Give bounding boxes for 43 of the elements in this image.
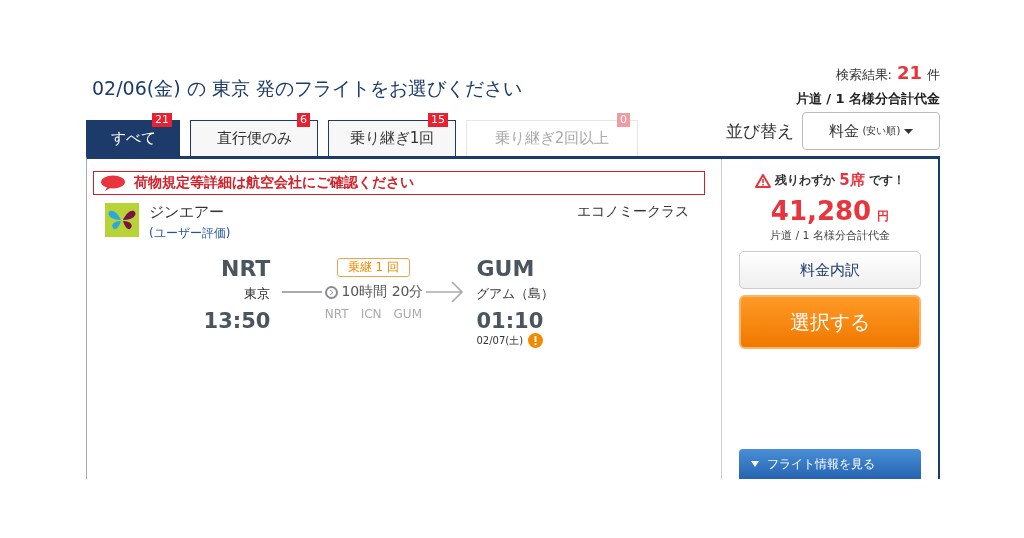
- arrival-time: 01:10: [476, 309, 544, 333]
- airport-code: NRT: [324, 307, 349, 321]
- results-unit: 件: [927, 66, 940, 84]
- cabin-class: エコノミークラス: [577, 203, 689, 221]
- user-rating-link[interactable]: (ユーザー評価): [149, 225, 577, 242]
- sort-label: 並び替え: [726, 119, 794, 143]
- sort-dropdown[interactable]: 料金 (安い順): [802, 112, 940, 150]
- count-badge: 15: [428, 113, 448, 127]
- arrow-icon: [426, 281, 465, 303]
- results-label: 検索結果:: [835, 66, 892, 84]
- page-title: 02/06(金) の 東京 発のフライトをお選びください: [92, 76, 522, 101]
- stops-badge: 乗継 1 回: [336, 258, 411, 277]
- warning-triangle-icon: [755, 173, 772, 188]
- flight-duration: 10時間 20分: [341, 283, 424, 301]
- fare-breakdown-button[interactable]: 料金内訳: [739, 251, 921, 289]
- seats-prefix: 残りわずか: [775, 172, 836, 189]
- notice-text: 荷物規定等詳細は航空会社にご確認ください: [134, 174, 414, 192]
- price-note: 片道 / 1 名様分合計代金: [769, 228, 891, 243]
- airport-code: ICN: [360, 307, 382, 321]
- seats-left: 5席: [839, 171, 865, 190]
- departure-time: 13:50: [203, 309, 271, 333]
- warning-icon: [528, 333, 544, 348]
- currency: 円: [877, 208, 890, 225]
- origin-city: 東京: [244, 285, 271, 303]
- seats-suffix: です！: [868, 172, 905, 189]
- fare-note: 片道 / 1 名様分合計代金: [795, 90, 940, 108]
- results-count: 21: [896, 62, 922, 83]
- price: 41,280: [770, 196, 872, 226]
- airport-code: GUM: [393, 307, 422, 321]
- flight-info-button[interactable]: フライト情報を見る: [739, 449, 921, 479]
- arrival-date: 02/07(土): [476, 333, 524, 348]
- clock-icon: [325, 285, 339, 299]
- destination-city: グアム（島）: [476, 285, 555, 303]
- caret-icon: [751, 461, 759, 467]
- airline-name: ジンエアー: [149, 203, 225, 222]
- destination-code: GUM: [476, 256, 535, 281]
- speech-bubble-icon: [100, 175, 126, 191]
- count-badge: 0: [617, 113, 630, 127]
- count-badge: 6: [297, 113, 310, 127]
- butterfly-logo-icon: [105, 203, 139, 237]
- count-badge: 21: [152, 113, 172, 127]
- origin-code: NRT: [221, 256, 271, 281]
- caret-icon: [904, 128, 914, 134]
